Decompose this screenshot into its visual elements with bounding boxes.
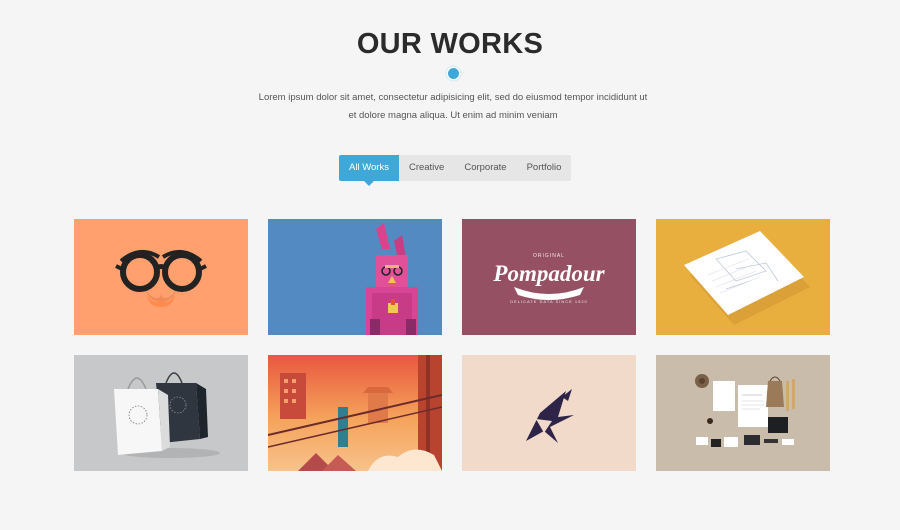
- portfolio-grid: ORIGINAL Pompadour DELICATE DATA SINCE 1…: [74, 219, 830, 471]
- svg-text:ORIGINAL: ORIGINAL: [533, 253, 565, 259]
- pompadour-logo-image: ORIGINAL Pompadour DELICATE DATA SINCE 1…: [462, 219, 636, 335]
- section-description: Lorem ipsum dolor sit amet, consectetur …: [250, 89, 656, 124]
- portfolio-item-pink-rabbit[interactable]: [268, 219, 442, 335]
- portfolio-item-stationery[interactable]: [656, 355, 830, 471]
- title-divider-dot: [448, 68, 459, 79]
- portfolio-item-pompadour[interactable]: ORIGINAL Pompadour DELICATE DATA SINCE 1…: [462, 219, 636, 335]
- pompadour-logo-text: Pompadour: [492, 261, 605, 286]
- section-title: OUR WORKS: [356, 28, 544, 60]
- glasses-mustache-image: [74, 219, 248, 335]
- tile-background: [74, 219, 248, 335]
- bird-logo-image: [462, 355, 636, 471]
- sunset-city-image: [268, 355, 442, 471]
- svg-text:DELICATE DATA SINCE 1920: DELICATE DATA SINCE 1920: [510, 299, 588, 304]
- filter-portfolio[interactable]: Portfolio: [517, 155, 572, 181]
- portfolio-item-sunset-city[interactable]: [268, 355, 442, 471]
- our-works-section: OUR WORKS Lorem ipsum dolor sit amet, co…: [0, 0, 900, 530]
- portfolio-filter-tabs: All Works Creative Corporate Portfolio: [339, 155, 572, 186]
- stationery-image: [656, 355, 830, 471]
- letterhead-image: [656, 219, 830, 335]
- filter-creative[interactable]: Creative: [399, 155, 454, 181]
- portfolio-item-shopping-bags[interactable]: [74, 355, 248, 471]
- portfolio-item-letterhead[interactable]: [656, 219, 830, 335]
- filter-all-works[interactable]: All Works: [339, 155, 399, 186]
- portfolio-item-bird-logo[interactable]: [462, 355, 636, 471]
- shopping-bags-image: [74, 355, 248, 471]
- filter-corporate[interactable]: Corporate: [454, 155, 516, 181]
- pink-rabbit-image: [268, 219, 442, 335]
- portfolio-item-glasses-mustache[interactable]: [74, 219, 248, 335]
- description-line-2: et dolore magna aliqua. Ut enim ad minim…: [348, 109, 558, 121]
- description-line-1: Lorem ipsum dolor sit amet, consectetur …: [258, 92, 648, 103]
